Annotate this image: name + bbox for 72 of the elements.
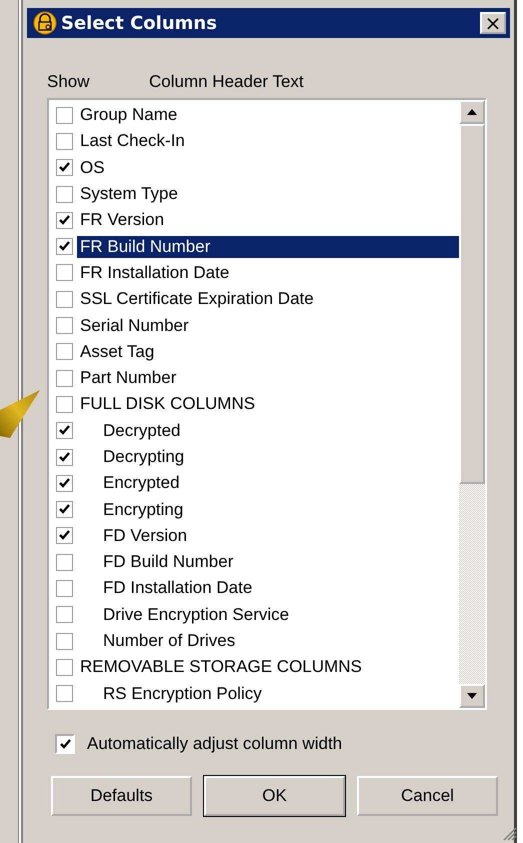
column-name[interactable]: FD Installation Date — [77, 577, 459, 600]
dialog-button[interactable]: Defaults — [51, 776, 192, 816]
checkmark-icon — [59, 162, 70, 174]
checkbox-label[interactable]: Automatically adjust column width — [87, 734, 342, 754]
column-name[interactable]: FULL DISK COLUMNS — [77, 393, 459, 416]
column-header: Column Header Text — [149, 72, 305, 92]
column-name[interactable]: Last Check-In — [77, 130, 459, 152]
scroll-down-button[interactable] — [459, 684, 485, 708]
checkbox[interactable] — [56, 212, 73, 229]
column-name[interactable]: Number of Drives — [77, 630, 459, 652]
checkbox[interactable] — [56, 186, 73, 203]
checkbox[interactable] — [56, 685, 73, 702]
column-name[interactable]: FR Installation Date — [77, 262, 459, 284]
column-name[interactable]: Part Number — [77, 367, 459, 390]
checkbox[interactable] — [56, 370, 73, 387]
column-name[interactable]: FR Version — [77, 209, 459, 232]
column-name[interactable]: Decrypted — [77, 420, 459, 442]
checkbox[interactable] — [56, 474, 73, 492]
checkbox[interactable] — [56, 159, 73, 176]
checkbox[interactable] — [56, 580, 73, 597]
column-header: Show — [47, 72, 91, 92]
column-name[interactable]: Serial Number — [77, 314, 459, 337]
column-name[interactable]: Decrypting — [77, 446, 459, 468]
checkmark-icon — [59, 241, 70, 252]
column-name[interactable]: REMOVABLE STORAGE COLUMNS — [77, 656, 459, 678]
column-name[interactable]: Encrypting — [77, 498, 459, 521]
checkbox[interactable] — [56, 422, 73, 440]
checkbox[interactable] — [56, 132, 73, 150]
column-name[interactable]: FD Build Number — [77, 551, 459, 574]
checkbox[interactable] — [56, 527, 73, 544]
checkbox[interactable] — [56, 106, 73, 124]
column-name[interactable]: System Type — [77, 183, 459, 206]
checkbox[interactable] — [56, 343, 73, 360]
checkmark-icon — [59, 478, 70, 489]
checkbox[interactable] — [56, 632, 73, 650]
checkmark-icon — [59, 425, 70, 436]
checkbox[interactable] — [56, 448, 73, 466]
arrow-drawing — [0, 388, 42, 440]
scroll-up-button[interactable] — [459, 100, 485, 124]
checkbox[interactable] — [56, 501, 73, 518]
lock-icon — [33, 11, 57, 35]
column-name[interactable]: FD Version — [77, 524, 459, 547]
checkmark-icon — [59, 214, 70, 226]
close-button[interactable]: × — [480, 12, 506, 34]
checkbox[interactable] — [56, 554, 73, 571]
checkbox[interactable] — [56, 317, 73, 334]
column-name[interactable]: Group Name — [77, 104, 459, 126]
column-name[interactable]: OS — [77, 156, 459, 179]
up-arrow-icon — [467, 109, 477, 115]
checkmark-icon — [59, 530, 70, 542]
checkbox[interactable] — [56, 238, 73, 256]
dialog-button[interactable]: Cancel — [357, 776, 498, 816]
column-name[interactable]: Encrypted — [77, 472, 459, 494]
checkmark-icon — [59, 452, 70, 462]
dialog-button[interactable]: OK — [204, 776, 345, 816]
scroll-thumb[interactable] — [459, 124, 485, 484]
checkbox[interactable] — [56, 290, 73, 308]
checkbox[interactable] — [56, 264, 73, 282]
checkbox[interactable] — [56, 606, 73, 624]
column-name[interactable]: SSL Certificate Expiration Date — [77, 288, 459, 310]
column-name[interactable]: Asset Tag — [77, 340, 459, 363]
checkbox[interactable] — [56, 658, 73, 676]
checkmark-icon — [59, 504, 70, 516]
checkbox[interactable] — [56, 396, 73, 413]
checkmark-icon — [60, 738, 70, 750]
column-name[interactable]: Drive Encryption Service — [77, 604, 459, 626]
column-name[interactable]: FR Build Number — [77, 236, 459, 258]
column-name[interactable]: RS Encryption Policy — [77, 682, 459, 705]
down-arrow-icon — [467, 693, 477, 699]
scrollbar[interactable] — [459, 100, 485, 708]
resize-grip-icon — [503, 827, 517, 841]
window-title: Select Columns — [61, 12, 218, 34]
